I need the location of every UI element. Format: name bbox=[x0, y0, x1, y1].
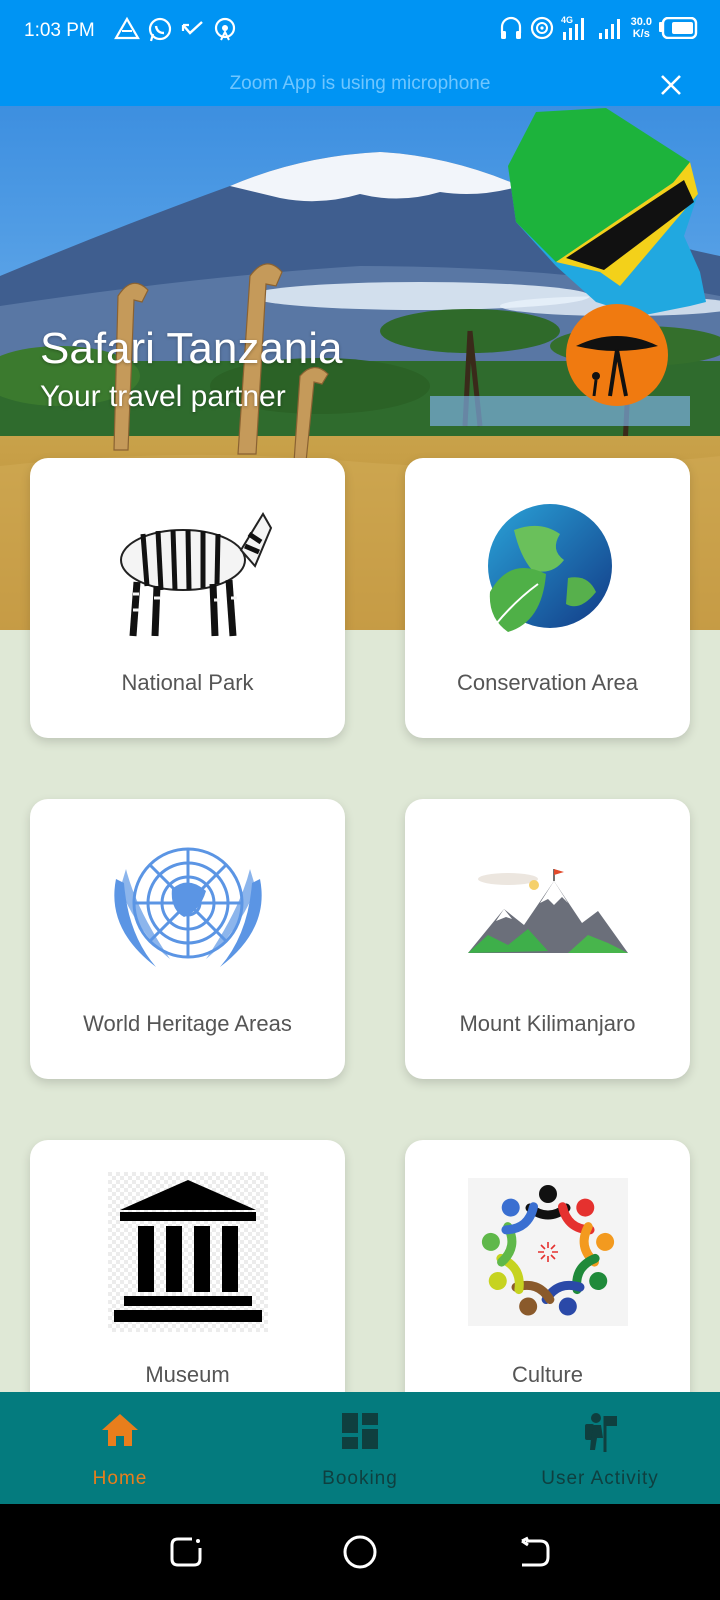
dashboard-icon bbox=[342, 1413, 378, 1449]
hero-subtitle: Your travel partner bbox=[40, 380, 286, 413]
globe-leaf-icon bbox=[487, 504, 612, 632]
card-label: Conservation Area bbox=[457, 670, 638, 695]
mic-usage-text: Zoom App is using microphone bbox=[229, 73, 491, 94]
hero-title: Safari Tanzania bbox=[40, 324, 343, 373]
drive-icon bbox=[114, 16, 140, 40]
home-button-icon[interactable] bbox=[342, 1534, 378, 1570]
zebra-icon bbox=[119, 512, 272, 637]
svg-text:4G: 4G bbox=[561, 15, 573, 25]
hotspot-icon bbox=[214, 17, 236, 41]
back-icon[interactable] bbox=[516, 1534, 552, 1570]
status-time: 1:03 PM bbox=[24, 20, 95, 41]
un-emblem-icon bbox=[113, 847, 262, 967]
hiker-icon bbox=[585, 1413, 617, 1452]
signal-icon bbox=[598, 19, 620, 39]
whatsapp-icon bbox=[148, 17, 172, 42]
signal-4g-icon: 4G bbox=[561, 15, 584, 40]
museum-icon bbox=[107, 1172, 268, 1332]
notification-icons bbox=[114, 16, 238, 44]
bottom-navigation: Home Booking User Activity bbox=[0, 1392, 720, 1504]
missed-call-icon bbox=[181, 21, 203, 35]
status-bar: 1:03 PM 4G 30.0 K/s bbox=[0, 0, 720, 64]
card-label: Culture bbox=[512, 1362, 583, 1387]
card-world-heritage-areas[interactable]: World Heritage Areas bbox=[30, 799, 345, 1079]
card-label: National Park bbox=[121, 670, 254, 695]
system-navigation-bar bbox=[0, 1504, 720, 1600]
network-speed: 30.0 K/s bbox=[630, 16, 652, 40]
card-label: Museum bbox=[145, 1362, 230, 1387]
card-label: Mount Kilimanjaro bbox=[459, 1011, 636, 1036]
nav-item-user-activity[interactable]: User Activity bbox=[480, 1392, 720, 1504]
battery-icon bbox=[659, 17, 698, 39]
home-icon bbox=[102, 1414, 138, 1446]
headphones-icon bbox=[500, 16, 521, 39]
recent-apps-icon[interactable] bbox=[168, 1534, 204, 1570]
system-status-icons: 4G 30.0 K/s bbox=[499, 14, 698, 42]
culture-circle-icon bbox=[467, 1178, 628, 1326]
card-label: World Heritage Areas bbox=[83, 1011, 292, 1036]
close-icon[interactable] bbox=[658, 72, 684, 98]
mic-usage-banner: Zoom App is using microphone bbox=[0, 64, 720, 106]
nav-label: User Activity bbox=[541, 1468, 659, 1489]
card-national-park[interactable]: National Park bbox=[30, 458, 345, 738]
nav-label: Booking bbox=[322, 1468, 398, 1489]
wifi-calling-icon bbox=[530, 16, 553, 40]
nav-item-booking[interactable]: Booking bbox=[240, 1392, 480, 1504]
nav-item-home[interactable]: Home bbox=[0, 1392, 240, 1504]
nav-label: Home bbox=[92, 1468, 148, 1489]
card-conservation-area[interactable]: Conservation Area bbox=[405, 458, 690, 738]
card-mount-kilimanjaro[interactable]: Mount Kilimanjaro bbox=[405, 799, 690, 1079]
mountain-icon bbox=[467, 869, 628, 953]
